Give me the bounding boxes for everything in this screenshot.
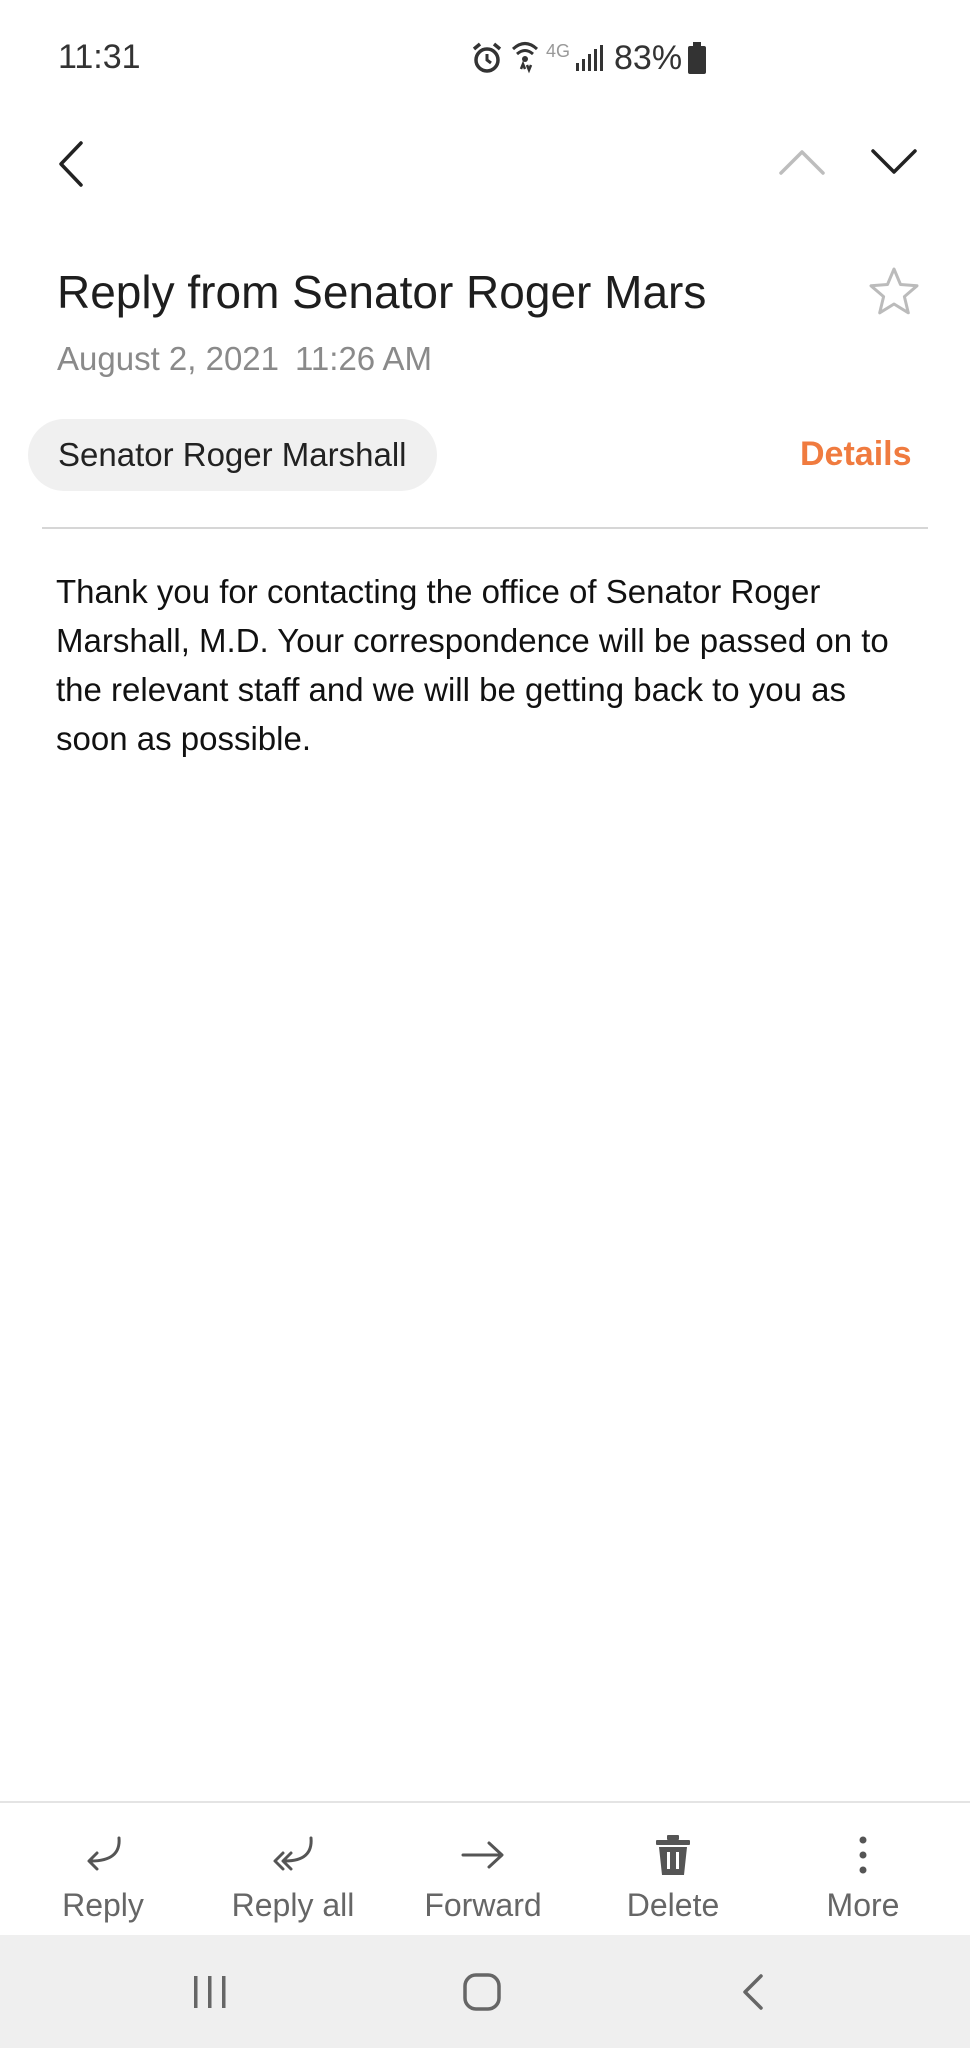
delete-label: Delete [626, 1887, 720, 1923]
reply-all-label: Reply all [231, 1887, 355, 1923]
header-divider [42, 527, 928, 529]
signal-icon [576, 45, 604, 71]
reply-all-button[interactable]: Reply all [198, 1803, 388, 1935]
alarm-icon [470, 41, 504, 75]
email-datetime: August 2, 2021 11:26 AM [57, 340, 432, 378]
star-icon [869, 267, 919, 315]
wifi-icon [510, 39, 540, 77]
details-link[interactable]: Details [800, 435, 912, 474]
sender-chip[interactable]: Senator Roger Marshall [28, 419, 437, 491]
forward-label: Forward [424, 1887, 542, 1923]
home-button[interactable] [437, 1957, 527, 2027]
delete-button[interactable]: Delete [578, 1803, 768, 1935]
email-body: Thank you for contacting the office of S… [56, 573, 889, 757]
recent-apps-button[interactable] [165, 1957, 255, 2027]
reply-button[interactable]: Reply [8, 1803, 198, 1935]
more-vertical-icon [859, 1836, 867, 1874]
reply-icon [87, 1836, 121, 1871]
email-time: 11:26 AM [295, 340, 432, 377]
system-back-icon [743, 1974, 763, 2010]
battery-percent: 83% [614, 38, 683, 77]
battery-icon [688, 42, 707, 74]
email-subject: Reply from Senator Roger Mars [57, 266, 707, 318]
more-label: More [826, 1887, 900, 1923]
chevron-down-icon [871, 149, 917, 174]
status-time: 11:31 [58, 38, 141, 76]
next-email-button[interactable] [862, 130, 926, 194]
previous-email-button[interactable] [770, 130, 834, 194]
system-nav-bar [0, 1935, 970, 2048]
reply-label: Reply [62, 1887, 144, 1923]
star-button[interactable] [866, 264, 922, 320]
back-button[interactable] [40, 132, 104, 196]
network-4g-icon: 4G [546, 40, 571, 61]
system-back-button[interactable] [708, 1957, 798, 2027]
recent-apps-icon [194, 1976, 226, 2008]
status-icons: 4G 83% [470, 36, 707, 80]
action-bar: Reply Reply all Forward Delete More [0, 1801, 970, 1935]
trash-icon [656, 1835, 690, 1875]
more-button[interactable]: More [768, 1803, 958, 1935]
chevron-up-icon [779, 150, 825, 175]
reply-all-icon [273, 1836, 313, 1871]
back-arrow-icon [59, 141, 83, 187]
forward-button[interactable]: Forward [388, 1803, 578, 1935]
forward-icon [461, 1841, 504, 1869]
email-date: August 2, 2021 [57, 340, 280, 377]
home-icon [463, 1973, 501, 2011]
